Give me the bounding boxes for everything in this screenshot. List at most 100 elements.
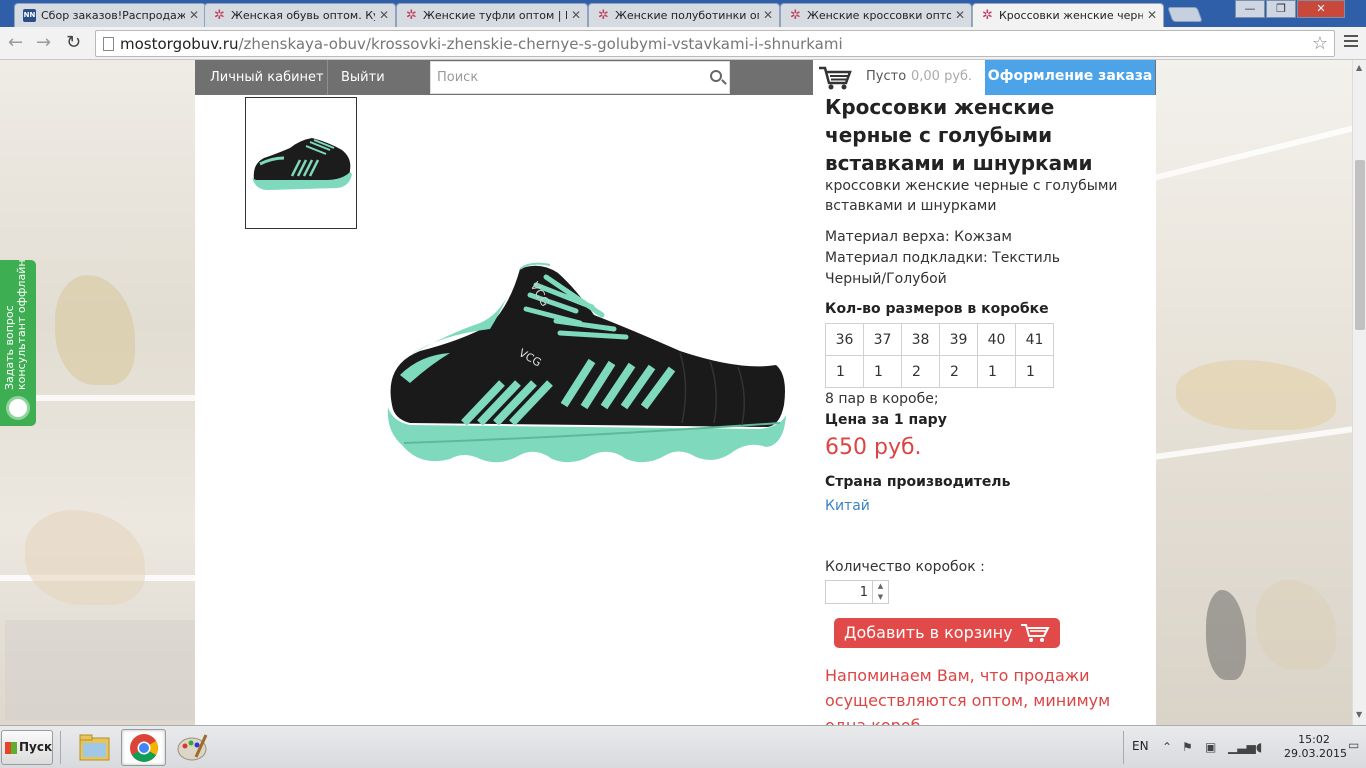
browser-tab[interactable]: ✲ Женские кроссовки оптом ✕ <box>780 3 972 27</box>
spin-arrows-icon[interactable]: ▲ ▼ <box>872 581 888 603</box>
back-arrow-icon[interactable]: ← <box>8 33 23 53</box>
scroll-up-arrow-icon[interactable]: ▲ <box>1356 63 1362 72</box>
scrollbar-thumb[interactable] <box>1355 160 1365 330</box>
bookmark-star-icon[interactable]: ☆ <box>1312 34 1328 54</box>
size-cell: 36 <box>825 323 864 356</box>
reload-icon[interactable]: ↻ <box>66 33 81 53</box>
material-lining: Материал подкладки: Текстиль <box>825 250 1060 266</box>
tab-close-icon[interactable]: ✕ <box>189 8 199 22</box>
consult-text: Задать вопрос консультант оффлайн <box>3 240 28 390</box>
add-to-cart-button[interactable]: Добавить в корзину <box>834 618 1060 648</box>
browser-tab[interactable]: ✲ Женские полуботинки опто ✕ <box>588 3 780 27</box>
background-sandal-image <box>1176 360 1336 430</box>
page-viewport: Личный кабинет Выйти Поиск Пусто 0,00 ру… <box>0 60 1352 725</box>
browser-tab-strip: NN Сбор заказов!Распродажа д ✕ ✲ Женская… <box>0 0 1366 28</box>
explorer-taskbar-button[interactable] <box>72 729 117 766</box>
background-shelf <box>1156 426 1352 460</box>
wholesale-notice: Напоминаем Вам, что продажи осуществляют… <box>825 666 1111 725</box>
product-main-image[interactable]: VCG VCG <box>380 255 790 475</box>
chrome-taskbar-button[interactable] <box>121 729 166 766</box>
maximize-button[interactable]: ❐ <box>1266 0 1296 18</box>
action-center-flag-icon[interactable]: ⚑ <box>1182 740 1193 754</box>
tab-title: Женская обувь оптом. Купи <box>231 9 375 22</box>
mini-cart[interactable]: Пусто 0,00 руб. <box>813 60 985 95</box>
tab-close-icon[interactable]: ✕ <box>955 8 965 22</box>
show-desktop-icon[interactable]: ▭ <box>1348 738 1359 752</box>
browser-toolbar: ← → ↻ mostorgobuv.ru/zhenskaya-obuv/kros… <box>0 27 1366 60</box>
site-favicon-icon: ✲ <box>982 8 993 23</box>
device-icon[interactable]: ▣ <box>1205 740 1216 754</box>
network-signal-icon[interactable]: ▁▃▅ <box>1228 740 1256 754</box>
account-link[interactable]: Личный кабинет <box>198 60 336 95</box>
tab-title: Сбор заказов!Распродажа д <box>41 9 185 22</box>
quantity-stepper[interactable]: 1 ▲ ▼ <box>825 580 889 604</box>
size-cell: 39 <box>939 323 978 356</box>
scroll-down-arrow-icon[interactable]: ▼ <box>1356 710 1362 719</box>
count-cell: 1 <box>863 355 902 388</box>
tab-title: Женские кроссовки оптом <box>807 9 951 22</box>
background-sandal-image <box>55 275 135 385</box>
search-input[interactable]: Поиск <box>430 61 730 94</box>
count-cell: 1 <box>1015 355 1054 388</box>
tab-close-icon[interactable]: ✕ <box>763 8 773 22</box>
nn-favicon-icon: NN <box>23 9 36 22</box>
background-right-panel <box>1156 60 1352 725</box>
minimize-button[interactable]: — <box>1235 0 1265 18</box>
windows-taskbar: Пуск EN ⌃ ⚑ ▣ ▁▃▅ ◖ 15:02 29.03.2015 ▭ <box>0 725 1366 768</box>
start-button[interactable]: Пуск <box>1 730 53 765</box>
cart-icon <box>819 66 852 90</box>
quantity-value[interactable]: 1 <box>860 585 868 600</box>
product-title: Кроссовки женские черные с голубыми вста… <box>825 95 1093 175</box>
show-hidden-icons-icon[interactable]: ⌃ <box>1162 740 1172 754</box>
size-cell: 37 <box>863 323 902 356</box>
windows-logo-icon <box>5 742 17 754</box>
size-cell: 38 <box>901 323 940 356</box>
background-pegboard-image <box>5 620 195 720</box>
country-link[interactable]: Китай <box>825 498 870 514</box>
search-placeholder: Поиск <box>437 70 479 85</box>
tab-title: Женские туфли оптом | Ве <box>423 9 567 22</box>
tab-close-icon[interactable]: ✕ <box>379 8 389 22</box>
tab-close-icon[interactable]: ✕ <box>571 8 581 22</box>
page-scrollbar[interactable]: ▲ ▼ <box>1352 60 1366 725</box>
price-label: Цена за 1 пару <box>825 412 947 428</box>
cart-sum: 0,00 руб. <box>911 69 973 84</box>
new-tab-button[interactable] <box>1167 7 1203 22</box>
search-icon[interactable] <box>710 70 722 82</box>
tab-close-icon[interactable]: ✕ <box>1147 8 1157 22</box>
url-text[interactable]: mostorgobuv.ru/zhenskaya-obuv/krossovki-… <box>120 36 843 53</box>
system-clock[interactable]: 15:02 29.03.2015 <box>1284 733 1347 761</box>
site-favicon-icon: ✲ <box>406 8 417 23</box>
site-favicon-icon: ✲ <box>598 8 609 23</box>
close-window-button[interactable]: ✕ <box>1297 0 1345 18</box>
address-bar[interactable]: mostorgobuv.ru/zhenskaya-obuv/krossovki-… <box>95 30 1335 57</box>
product-description: кроссовки женские черные с голубыми вста… <box>825 178 1118 214</box>
tab-title: Женские полуботинки опто <box>615 9 759 22</box>
taskbar-divider <box>60 731 61 764</box>
volume-icon[interactable]: ◖ <box>1256 740 1262 754</box>
ask-question-widget[interactable]: Задать вопрос консультант оффлайн <box>0 259 36 426</box>
count-cell: 1 <box>825 355 864 388</box>
sizes-row: 36 37 38 39 40 41 <box>825 323 1054 356</box>
logout-link[interactable]: Выйти <box>329 60 397 95</box>
paint-taskbar-button[interactable] <box>170 729 215 766</box>
background-sandal-image <box>25 510 145 605</box>
cart-icon <box>1021 624 1050 642</box>
browser-tab-active[interactable]: ✲ Кроссовки женские черные ✕ <box>972 3 1164 28</box>
divider-shadow <box>835 517 1095 525</box>
language-indicator[interactable]: EN <box>1132 739 1149 753</box>
checkout-button[interactable]: Оформление заказа <box>985 60 1155 95</box>
folder-icon <box>79 734 110 761</box>
background-shelf <box>1156 125 1352 181</box>
browser-tab[interactable]: ✲ Женская обувь оптом. Купи ✕ <box>204 3 396 27</box>
url-path: /zhenskaya-obuv/krossovki-zhenskie-chern… <box>238 35 843 53</box>
size-cell: 40 <box>977 323 1016 356</box>
chrome-menu-icon[interactable] <box>1344 35 1358 50</box>
product-thumbnail[interactable] <box>245 97 357 229</box>
browser-tab[interactable]: ✲ Женские туфли оптом | Ве ✕ <box>396 3 588 27</box>
browser-tab[interactable]: NN Сбор заказов!Распродажа д ✕ <box>14 3 206 27</box>
pairs-in-box: 8 пар в коробе; <box>825 391 939 407</box>
forward-arrow-icon[interactable]: → <box>36 33 51 53</box>
chrome-icon <box>130 734 158 762</box>
taskbar-divider <box>1123 731 1124 764</box>
